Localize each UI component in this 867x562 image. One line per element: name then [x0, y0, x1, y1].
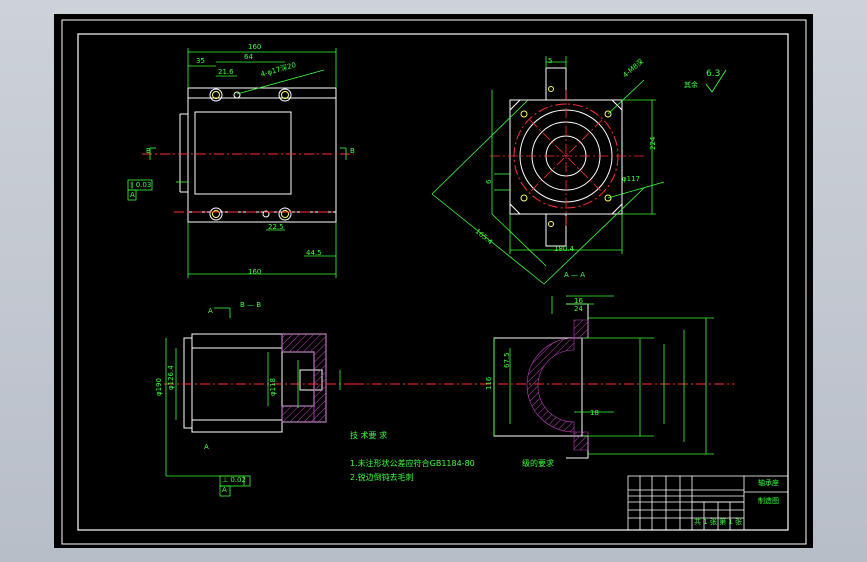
dim-22-5: 22.5 [268, 223, 284, 231]
dim-6: 6 [485, 179, 493, 184]
dim-67-5: 67.5 [503, 352, 511, 368]
section-aa-hatch-bore [526, 337, 575, 433]
dim-top-width: 160 [248, 43, 262, 51]
side-view-dimensions [431, 56, 665, 285]
mark-a-bottom: A [204, 443, 209, 451]
dim-24: 24 [574, 305, 583, 313]
title-scale-row: 共 1 张 第 1 张 [694, 518, 743, 526]
tol-frame-c: ⊥ 0.02 [222, 476, 246, 484]
notes-heading: 技 术要 求 [350, 431, 388, 440]
roughness-value: 6.3 [706, 69, 721, 79]
notes-line1: 1.未注形状公差应符合GB1184-80 [350, 459, 475, 468]
inner-border [77, 33, 789, 531]
dim-64: 64 [244, 53, 253, 61]
mark-a-top: A [208, 307, 213, 315]
notes-line2: 2.锐边倒钝去毛刺 [350, 473, 414, 482]
front-view-dimensions [127, 48, 347, 278]
tol-frame-a: ∥ 0.03 [130, 181, 152, 189]
dim-44-5: 44.5 [306, 249, 322, 257]
section-bb-title: B — B [240, 301, 262, 309]
dim-116: 116 [485, 376, 493, 390]
dim-35: 35 [196, 57, 205, 65]
dim-bottom-width: 160 [248, 268, 262, 276]
section-aa-dimensions [493, 295, 714, 455]
tol-frame-b: A [130, 191, 135, 199]
notes-line1-tail: 级的要求 [522, 459, 554, 468]
drawing-sheet: 160 35 64 21.6 4-φ17深20 22.5 44.5 160 ∥ … [54, 14, 813, 548]
dim-190: φ190 [155, 378, 163, 396]
dim-117: φ117 [622, 175, 640, 183]
dim-118: φ118 [269, 378, 277, 396]
dim-126: φ126.4 [167, 365, 175, 390]
title-part-name: 轴承座 [758, 479, 779, 487]
mark-b-right: B [350, 147, 355, 155]
section-hatch-bottom [281, 405, 315, 423]
tol-frame-d: A [222, 486, 227, 494]
dim-5: 5 [548, 57, 553, 65]
dim-21-6: 21.6 [218, 68, 234, 76]
front-view [179, 87, 337, 223]
roughness-label: 其余 [684, 81, 698, 89]
dim-224: 224 [649, 136, 657, 150]
section-aa-title: A — A [564, 271, 586, 279]
section-aa-hatch-flange [573, 319, 589, 451]
dim-180-4: 180.4 [554, 245, 575, 253]
dim-18: 18 [590, 409, 599, 417]
mark-b-left: B [146, 147, 151, 155]
title-drawing-no: 制造图 [758, 497, 779, 505]
dim-16: 16 [574, 297, 583, 305]
